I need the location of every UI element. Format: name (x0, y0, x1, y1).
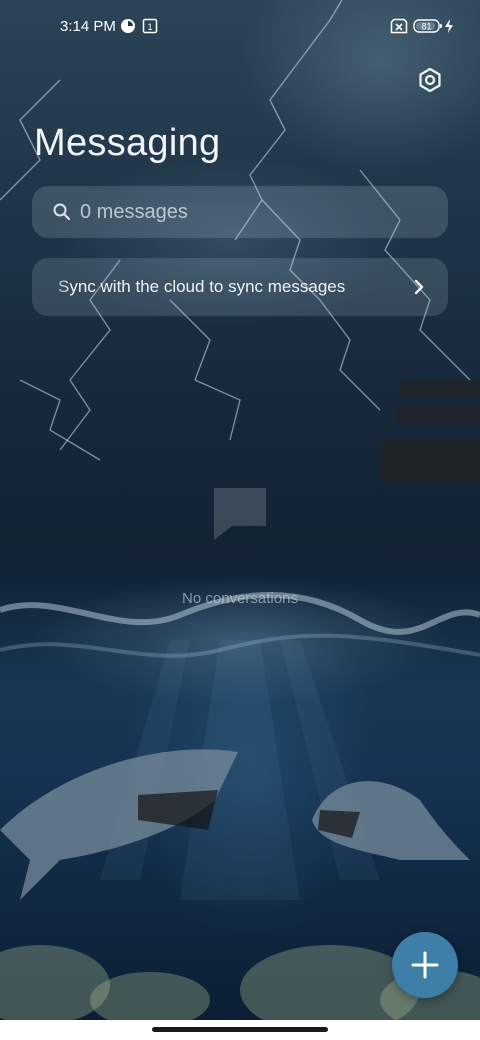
battery-icon: 81 (413, 18, 443, 38)
home-indicator[interactable] (152, 1027, 328, 1032)
cloud-sync-banner[interactable]: Sync with the cloud to sync messages (32, 258, 448, 316)
status-bar: 3:14 PM 1 81 (0, 0, 480, 56)
search-input[interactable] (80, 186, 430, 238)
sim-badge-label: 1 (147, 22, 152, 32)
plus-icon (411, 951, 439, 979)
charging-bolt-icon (444, 18, 454, 38)
status-time: 3:14 PM (60, 18, 116, 35)
navigation-bar (0, 1020, 480, 1040)
message-bubble-icon (214, 488, 266, 540)
new-message-button[interactable] (392, 932, 458, 998)
gear-icon (419, 67, 441, 93)
page-title: Messaging (34, 122, 221, 164)
sim-card-icon: 1 (142, 18, 158, 38)
settings-button[interactable] (414, 64, 446, 96)
chevron-right-icon[interactable] (410, 277, 428, 297)
no-sim-icon (390, 18, 408, 38)
battery-level: 81 (421, 22, 431, 32)
search-box[interactable] (32, 186, 448, 238)
cloud-sync-text: Sync with the cloud to sync messages (58, 277, 346, 296)
data-saver-icon (120, 18, 136, 38)
search-icon (53, 203, 71, 221)
empty-state-text: No conversations (182, 590, 298, 607)
